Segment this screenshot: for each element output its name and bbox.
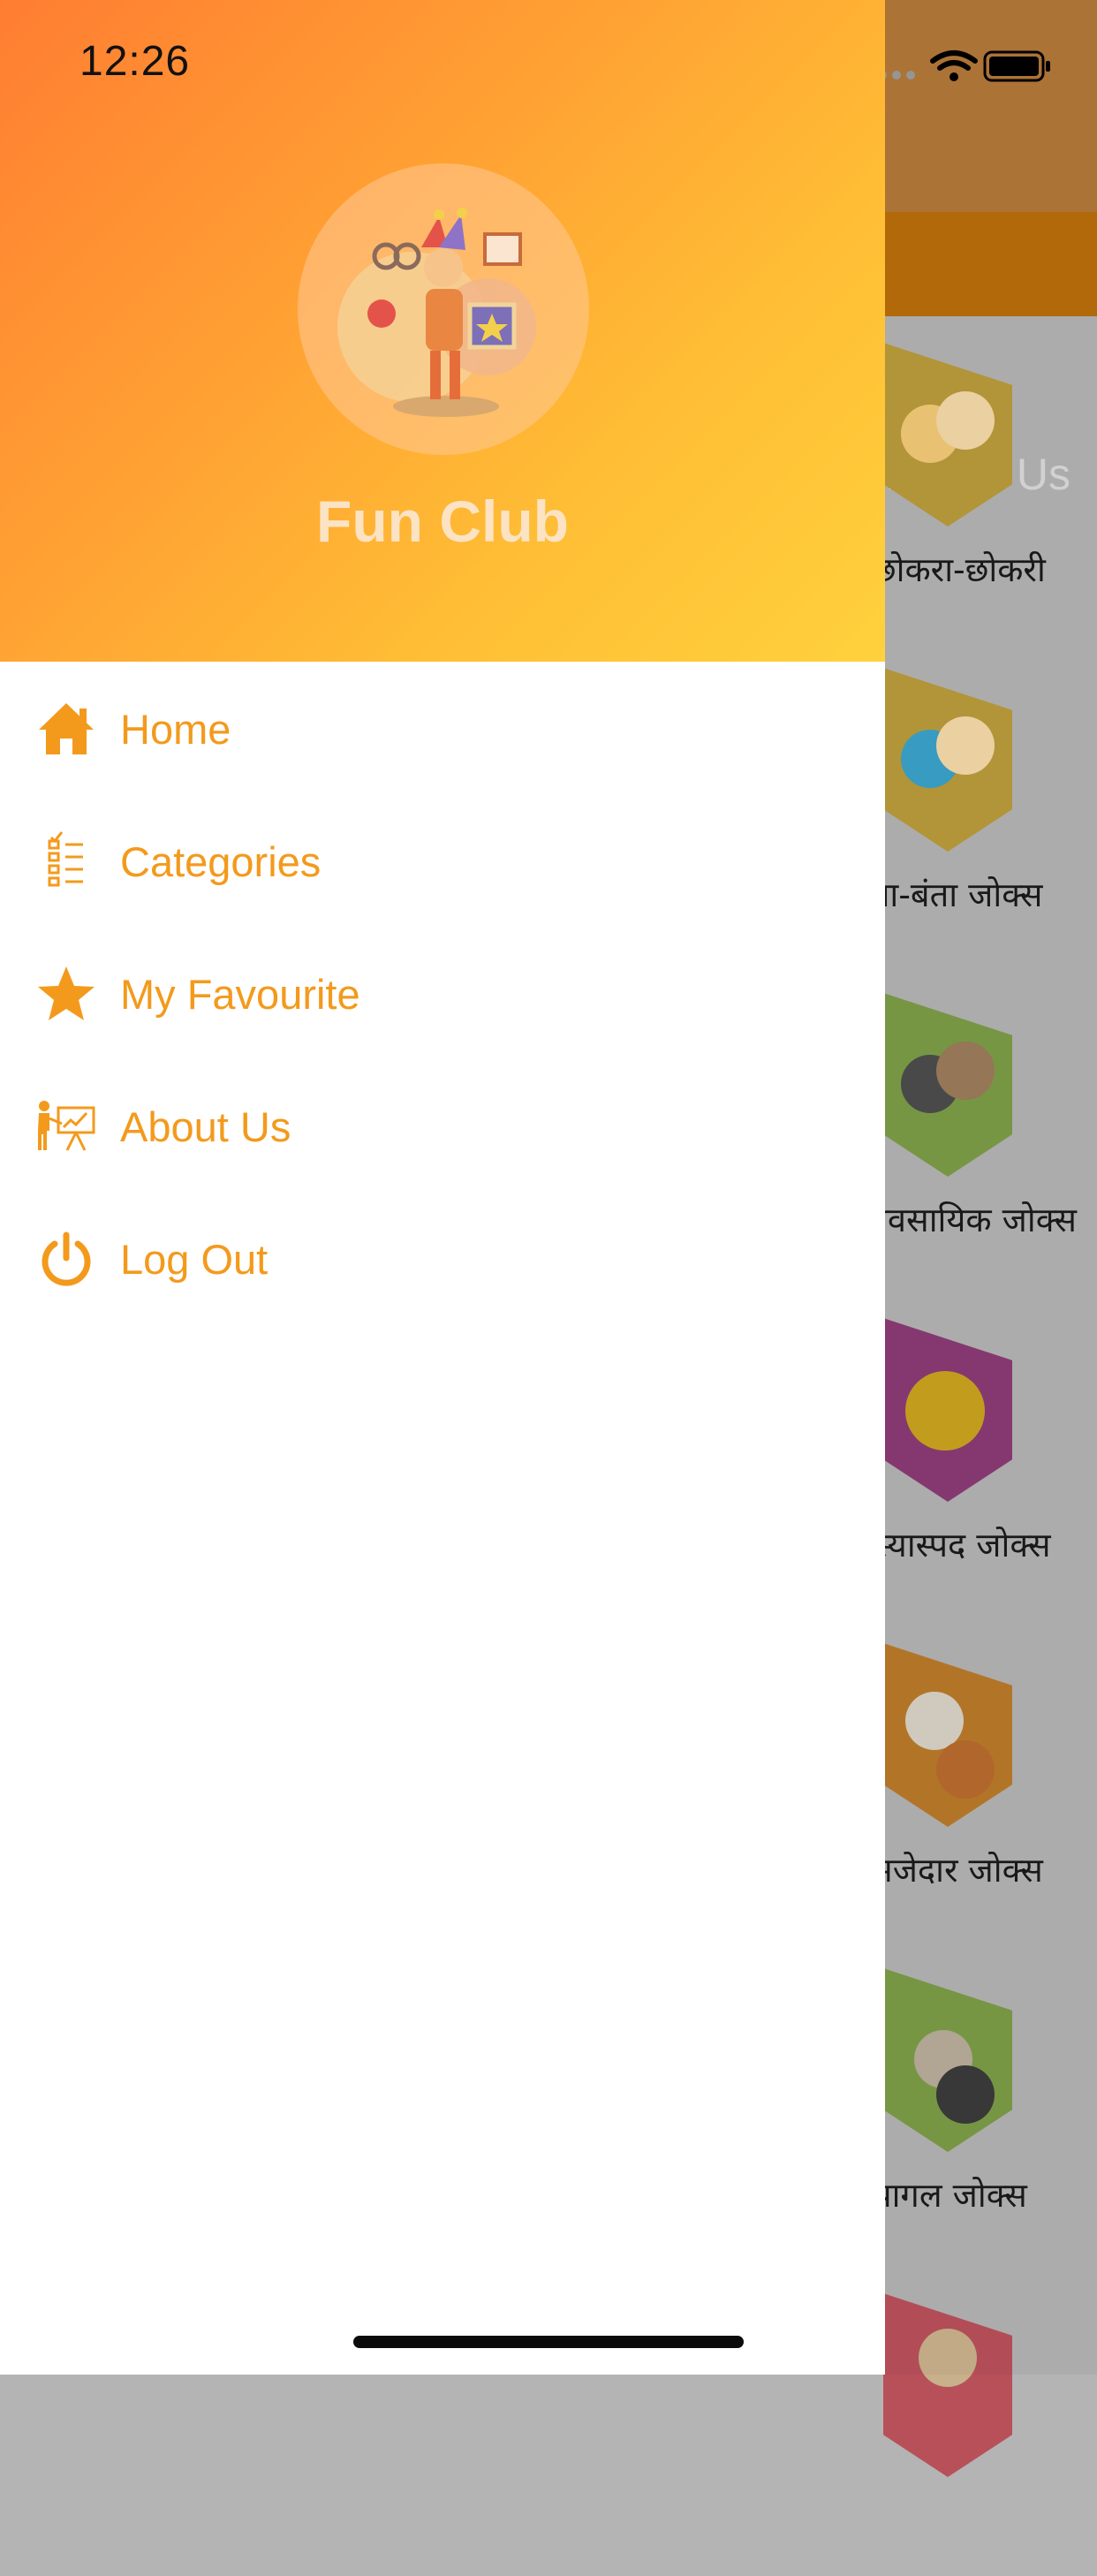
menu-item-home[interactable]: Home xyxy=(35,680,830,777)
menu-label-my-favourite: My Favourite xyxy=(120,971,360,1018)
menu-item-my-favourite[interactable]: My Favourite xyxy=(35,945,830,1042)
menu-label-categories: Categories xyxy=(120,838,322,885)
drawer-header: 12:26 Fun Club xyxy=(0,0,885,662)
star-icon xyxy=(38,966,95,1020)
presentation-icon xyxy=(38,1101,95,1151)
menu-item-about-us[interactable]: About Us xyxy=(35,1078,830,1175)
menu-label-about-us: About Us xyxy=(120,1103,291,1150)
jester-logo-icon xyxy=(337,208,536,417)
menu-label-home: Home xyxy=(120,706,231,753)
app-logo xyxy=(298,163,589,455)
checklist-icon xyxy=(48,831,83,887)
status-time: 12:26 xyxy=(79,38,191,85)
navigation-drawer: 12:26 Fun Club Home Categories My Favour… xyxy=(0,0,885,2375)
power-icon xyxy=(42,1231,91,1286)
menu-label-log-out: Log Out xyxy=(120,1236,269,1283)
menu-item-log-out[interactable]: Log Out xyxy=(35,1210,830,1307)
drawer-scrim[interactable] xyxy=(883,0,1097,2375)
app-name: Fun Club xyxy=(316,489,569,554)
home-icon xyxy=(39,703,94,754)
home-indicator[interactable] xyxy=(353,2336,744,2348)
menu-item-categories[interactable]: Categories xyxy=(35,813,830,910)
